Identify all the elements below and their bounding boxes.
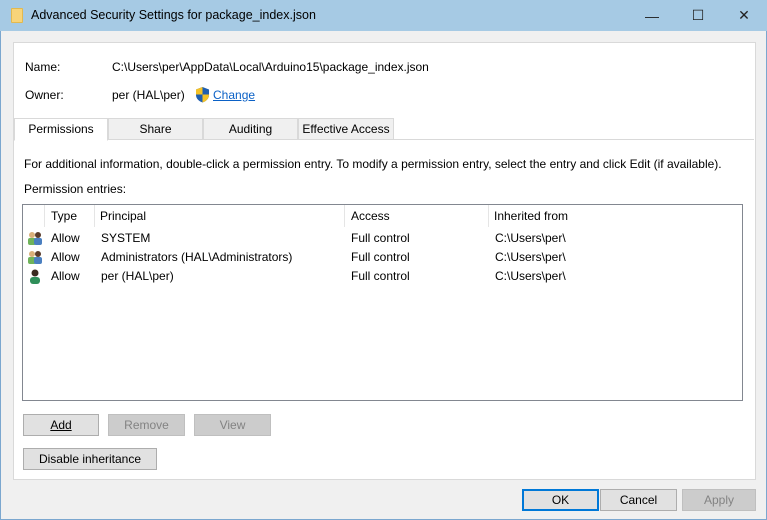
add-button[interactable]: Add [23, 414, 99, 436]
row-inherited-from: C:\Users\per\ [495, 231, 566, 245]
view-button[interactable]: View [194, 414, 271, 436]
ok-button[interactable]: OK [522, 489, 599, 511]
table-row[interactable]: Allow Administrators (HAL\Administrators… [23, 248, 742, 267]
user-icon [27, 268, 43, 284]
name-label: Name: [25, 60, 61, 74]
cancel-button[interactable]: Cancel [600, 489, 677, 511]
tab-auditing[interactable]: Auditing [203, 118, 298, 140]
owner-label: Owner: [25, 88, 64, 102]
owner-value: per (HAL\per) [112, 88, 185, 102]
permission-entries-list[interactable]: Type Principal Access Inherited from All… [22, 204, 743, 401]
add-label: Add [50, 418, 72, 432]
row-inherited-from: C:\Users\per\ [495, 250, 566, 264]
tab-share[interactable]: Share [108, 118, 203, 140]
folder-icon [11, 8, 23, 23]
table-row[interactable]: Allow SYSTEM Full control C:\Users\per\ [23, 229, 742, 248]
window-title: Advanced Security Settings for package_i… [31, 8, 316, 22]
row-access: Full control [351, 231, 410, 245]
row-inherited-from: C:\Users\per\ [495, 269, 566, 283]
column-header-inherited-from[interactable]: Inherited from [489, 205, 742, 227]
apply-button[interactable]: Apply [682, 489, 756, 511]
tab-effective-access[interactable]: Effective Access [298, 118, 394, 140]
uac-shield-icon [196, 87, 209, 103]
icon-column-header [23, 205, 45, 227]
change-owner-link[interactable]: Change [213, 88, 255, 102]
row-access: Full control [351, 269, 410, 283]
row-principal: Administrators (HAL\Administrators) [101, 250, 293, 264]
permission-entries-label: Permission entries: [24, 182, 127, 196]
column-header-access[interactable]: Access [345, 205, 489, 227]
group-icon [27, 249, 43, 265]
column-header-type[interactable]: Type [45, 205, 95, 227]
row-principal: SYSTEM [101, 231, 151, 245]
tab-permissions[interactable]: Permissions [14, 118, 108, 141]
minimize-button[interactable]: — [629, 0, 675, 31]
column-header-principal[interactable]: Principal [95, 205, 345, 227]
row-type: Allow [51, 250, 80, 264]
close-button[interactable]: ✕ [721, 0, 767, 31]
row-type: Allow [51, 269, 80, 283]
table-row[interactable]: Allow per (HAL\per) Full control C:\User… [23, 267, 742, 286]
remove-button[interactable]: Remove [108, 414, 185, 436]
maximize-button[interactable]: ☐ [675, 0, 721, 31]
disable-inheritance-button[interactable]: Disable inheritance [23, 448, 157, 470]
group-icon [27, 230, 43, 246]
name-value: C:\Users\per\AppData\Local\Arduino15\pac… [112, 60, 429, 74]
row-type: Allow [51, 231, 80, 245]
info-text: For additional information, double-click… [24, 157, 722, 171]
title-bar: Advanced Security Settings for package_i… [0, 0, 767, 31]
row-principal: per (HAL\per) [101, 269, 174, 283]
row-access: Full control [351, 250, 410, 264]
